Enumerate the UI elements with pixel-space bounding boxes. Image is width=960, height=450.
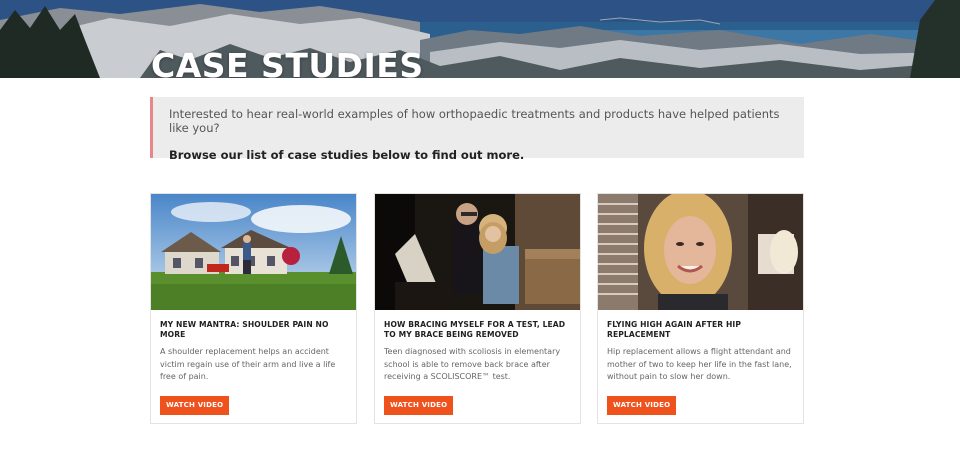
card-title[interactable]: HOW BRACING MYSELF FOR A TEST, LEAD TO M… — [384, 320, 574, 339]
card-thumbnail-woman[interactable] — [598, 194, 803, 310]
card-title[interactable]: MY NEW MANTRA: SHOULDER PAIN NO MORE — [160, 320, 350, 339]
card-description: A shoulder replacement helps an accident… — [160, 347, 336, 381]
card-thumbnail-piano[interactable] — [375, 194, 580, 310]
card-title[interactable]: FLYING HIGH AGAIN AFTER HIP REPLACEMENT — [607, 320, 797, 339]
card-thumbnail-house[interactable] — [151, 194, 356, 310]
hero-banner: CASE STUDIES — [0, 0, 960, 78]
page-title: CASE STUDIES — [151, 46, 424, 78]
case-study-card: MY NEW MANTRA: SHOULDER PAIN NO MORE A s… — [150, 193, 357, 424]
watch-video-button[interactable]: WATCH VIDEO — [607, 396, 677, 415]
case-study-card: FLYING HIGH AGAIN AFTER HIP REPLACEMENT … — [597, 193, 804, 424]
watch-video-button[interactable]: WATCH VIDEO — [384, 396, 454, 415]
case-study-card: HOW BRACING MYSELF FOR A TEST, LEAD TO M… — [374, 193, 581, 424]
card-description: Teen diagnosed with scoliosis in element… — [384, 347, 561, 381]
intro-callout: Interested to hear real-world examples o… — [150, 97, 804, 162]
intro-cta: Browse our list of case studies below to… — [169, 148, 525, 162]
card-description: Hip replacement allows a flight attendan… — [607, 347, 792, 381]
watch-video-button[interactable]: WATCH VIDEO — [160, 396, 230, 415]
mountain-landscape-image — [0, 0, 960, 78]
intro-text: Interested to hear real-world examples o… — [169, 107, 780, 135]
